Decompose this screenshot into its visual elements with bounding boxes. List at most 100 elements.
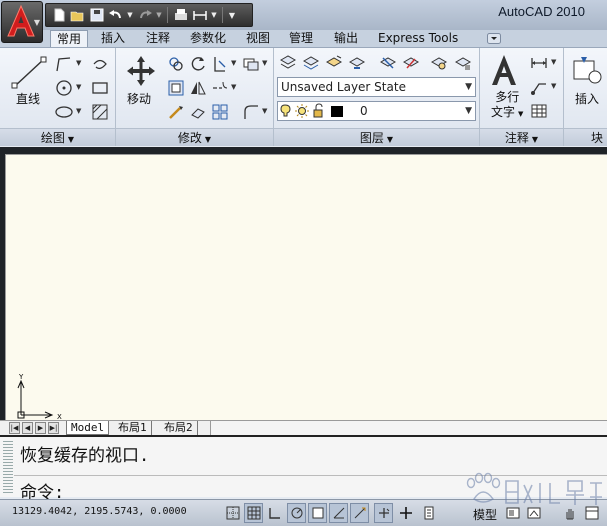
tab-model[interactable]: Model — [66, 421, 110, 435]
polar-tracking-icon[interactable] — [287, 503, 306, 523]
fillet-icon[interactable] — [210, 78, 230, 98]
tab-manage[interactable]: 管理 — [289, 30, 313, 47]
chevron-down-icon[interactable]: ▼ — [551, 58, 556, 66]
qat-dropdown-icon[interactable]: ▼ — [210, 6, 218, 24]
lineweight-icon[interactable] — [396, 503, 415, 523]
object-snap-tracking-icon[interactable] — [329, 503, 348, 523]
move-tool-button[interactable] — [122, 54, 160, 88]
redo-icon[interactable] — [136, 6, 153, 24]
open-icon[interactable] — [69, 6, 86, 24]
rotate-icon[interactable] — [188, 54, 208, 74]
object-snap-icon[interactable] — [308, 503, 327, 523]
next-layout-icon[interactable]: ▶ — [35, 422, 46, 434]
title-bar: ▼ ▼ ▼ ▼ AutoCAD 2010 — [0, 0, 607, 30]
drawing-area-frame: Y X — [0, 147, 607, 420]
rectangle-icon[interactable] — [90, 78, 110, 98]
mirror-icon[interactable] — [188, 78, 208, 98]
layer-freeze-icon[interactable] — [401, 53, 421, 73]
tab-layout1[interactable]: 布局1 — [114, 421, 152, 435]
layer-match-icon[interactable] — [324, 53, 344, 73]
ucs-x-label: X — [57, 413, 62, 420]
hatch-icon[interactable] — [90, 102, 110, 122]
plot-icon[interactable] — [172, 6, 189, 24]
tab-view[interactable]: 视图 — [246, 30, 270, 47]
save-icon[interactable] — [88, 6, 105, 24]
coordinate-readout[interactable]: 13129.4042, 2195.5743, 0.0000 — [12, 506, 187, 517]
arc-icon[interactable] — [90, 54, 110, 74]
chevron-down-icon: ▼ — [518, 110, 524, 118]
autocad-logo-icon — [7, 4, 35, 37]
annotation-panel-footer[interactable]: 注释 ▼ — [480, 128, 563, 146]
tab-annotate[interactable]: 注释 — [146, 30, 170, 47]
annotation-panel: 多行 文字 ▼ ▼ ▼ 注释 ▼ — [480, 48, 564, 146]
snap-mode-icon[interactable] — [223, 503, 242, 523]
layer-isolate-icon[interactable] — [347, 53, 367, 73]
chevron-down-icon[interactable]: ▼ — [76, 59, 81, 67]
scale-icon[interactable] — [166, 102, 186, 122]
array-icon[interactable] — [188, 102, 208, 122]
chevron-down-icon: ▼ — [33, 18, 40, 27]
chamfer-icon[interactable] — [241, 102, 261, 122]
ribbon-minimize-icon[interactable] — [487, 33, 501, 44]
layer-dropdown[interactable]: 0 ▼ — [277, 101, 476, 121]
polyline-icon[interactable] — [54, 54, 74, 74]
tab-layout2[interactable]: 布局2 — [160, 421, 198, 435]
undo-dropdown-icon[interactable]: ▼ — [126, 6, 134, 24]
chevron-down-icon[interactable]: ▼ — [231, 83, 236, 91]
quick-properties-icon[interactable] — [419, 503, 438, 523]
layer-off-icon[interactable] — [429, 53, 449, 73]
offset-icon[interactable] — [210, 102, 230, 122]
layer-lock-icon[interactable] — [453, 53, 473, 73]
dynamic-input-icon[interactable] — [374, 503, 393, 523]
insert-block-label: 插入 — [575, 92, 600, 106]
block-panel-footer[interactable]: 块 — [564, 128, 607, 146]
erase-icon[interactable] — [241, 54, 261, 74]
copy-icon[interactable] — [166, 54, 186, 74]
qnew-icon[interactable] — [50, 6, 67, 24]
layers-panel-footer[interactable]: 图层 ▼ — [274, 128, 479, 146]
insert-block-button[interactable] — [570, 54, 604, 86]
customize-qat-icon[interactable]: ▼ — [227, 6, 237, 24]
dimension-icon[interactable] — [529, 53, 549, 73]
layer-state-dropdown[interactable]: Unsaved Layer State ▼ — [277, 77, 476, 97]
chevron-down-icon[interactable]: ▼ — [262, 107, 267, 115]
application-menu-button[interactable]: ▼ — [1, 1, 43, 43]
tab-output[interactable]: 输出 — [334, 30, 358, 47]
tab-express-tools[interactable]: Express Tools — [378, 30, 458, 47]
tab-parametric[interactable]: 参数化 — [190, 30, 226, 47]
layer-properties-icon[interactable] — [278, 53, 298, 73]
last-layout-icon[interactable]: ▶| — [48, 422, 59, 434]
ellipse-icon[interactable] — [54, 102, 74, 122]
layer-unisolate-icon[interactable] — [378, 53, 398, 73]
tab-home[interactable]: 常用 — [50, 30, 89, 48]
command-window-grip[interactable] — [3, 441, 13, 495]
redo-dropdown-icon[interactable]: ▼ — [155, 6, 163, 24]
ortho-mode-icon[interactable] — [265, 503, 284, 523]
tab-insert[interactable]: 插入 — [101, 30, 125, 47]
circle-icon[interactable] — [54, 78, 74, 98]
mtext-tool-button[interactable] — [486, 52, 522, 88]
chevron-down-icon[interactable]: ▼ — [76, 83, 81, 91]
chevron-down-icon[interactable]: ▼ — [76, 107, 81, 115]
trim-icon[interactable] — [210, 54, 230, 74]
leader-icon[interactable] — [529, 77, 549, 97]
chevron-down-icon[interactable]: ▼ — [231, 59, 236, 67]
grid-display-icon[interactable] — [244, 503, 263, 523]
horizontal-scrollbar[interactable] — [210, 421, 607, 435]
chevron-down-icon[interactable]: ▼ — [262, 59, 267, 67]
match-props-icon[interactable] — [191, 6, 208, 24]
draw-panel-footer[interactable]: 绘图 ▼ — [0, 128, 115, 146]
line-tool-button[interactable] — [10, 54, 48, 90]
stretch-icon[interactable] — [166, 78, 186, 98]
drawing-canvas[interactable]: Y X — [5, 154, 607, 420]
table-icon[interactable] — [529, 101, 549, 121]
undo-icon[interactable] — [107, 6, 124, 24]
modify-panel-footer[interactable]: 修改 ▼ — [116, 128, 273, 146]
layer-previous-icon[interactable] — [301, 53, 321, 73]
chevron-down-icon[interactable]: ▼ — [551, 82, 556, 90]
modify-panel-title: 修改 — [177, 131, 202, 145]
first-layout-icon[interactable]: |◀ — [9, 422, 20, 434]
prev-layout-icon[interactable]: ◀ — [22, 422, 33, 434]
dynamic-ucs-icon[interactable] — [350, 503, 369, 523]
layers-panel-title: 图层 — [359, 131, 384, 145]
